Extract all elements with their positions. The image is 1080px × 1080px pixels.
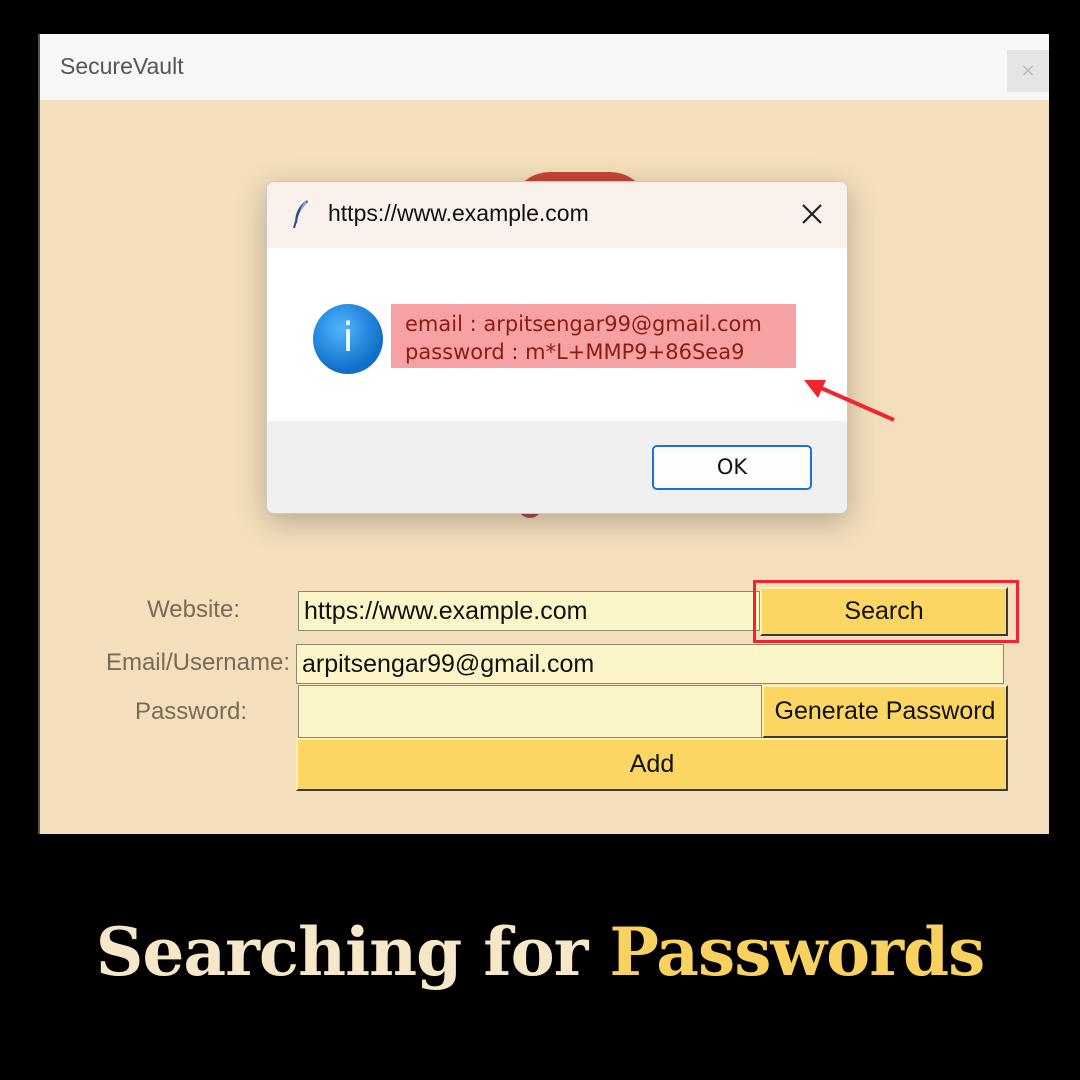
caption-accent-text: Passwords (609, 913, 985, 991)
app-title: SecureVault (60, 53, 184, 79)
website-input[interactable]: https://www.example.com (298, 591, 760, 631)
feather-icon (293, 200, 308, 229)
dialog-message-password: password : m*L+MMP9+86Sea9 (405, 340, 745, 364)
info-dialog: https://www.example.com i email : arpits… (266, 181, 848, 514)
arrow-icon (804, 380, 895, 422)
dialog-footer: OK (267, 421, 847, 513)
generate-password-button[interactable]: Generate Password (762, 685, 1008, 738)
caption: Searching for Passwords (0, 913, 1080, 991)
caption-text: Searching for (95, 913, 610, 991)
email-input[interactable]: arpitsengar99@gmail.com (296, 644, 1004, 684)
ok-button[interactable]: OK (652, 445, 812, 490)
add-button[interactable]: Add (296, 738, 1008, 791)
search-highlight-box (753, 580, 1019, 643)
dialog-message-email: email : arpitsengar99@gmail.com (405, 312, 762, 336)
password-label: Password: (134, 698, 247, 725)
dialog-message: email : arpitsengar99@gmail.com password… (391, 304, 796, 368)
website-label: Website: (147, 596, 240, 623)
info-icon: i (313, 304, 383, 374)
dialog-title: https://www.example.com (328, 200, 589, 226)
dialog-titlebar: https://www.example.com (267, 182, 847, 248)
password-input[interactable] (298, 685, 762, 738)
app-titlebar: SecureVault × (40, 34, 1049, 100)
email-label: Email/Username: (105, 649, 290, 676)
window-close-button[interactable]: × (1007, 50, 1049, 92)
close-icon[interactable] (799, 201, 825, 227)
